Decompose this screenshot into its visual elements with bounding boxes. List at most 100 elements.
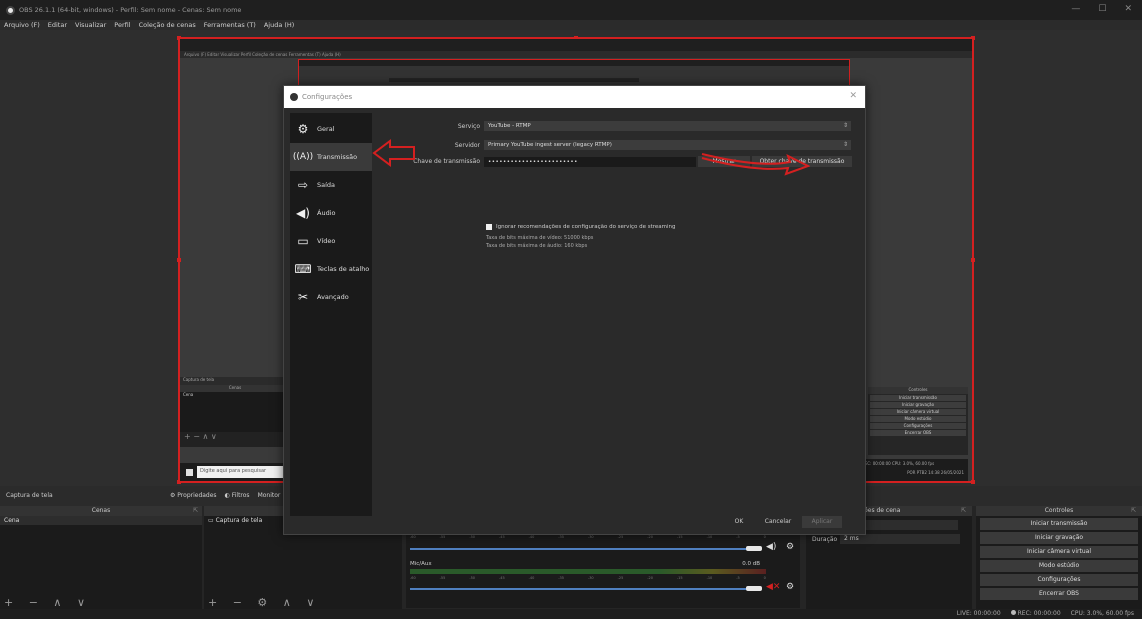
speaker-icon[interactable]: ◀) (766, 542, 776, 552)
monitor-button[interactable]: Monitor (258, 492, 281, 499)
dialog-title: Configurações (302, 93, 353, 101)
resize-handle[interactable] (177, 258, 181, 262)
gear-icon[interactable]: ⚙ (786, 542, 794, 552)
ignore-recommendations-row: Ignorar recomendações de configuração do… (486, 224, 676, 230)
nested-control-btn: Encerrar OBS (870, 430, 966, 436)
settings-button[interactable]: Configurações (980, 574, 1138, 586)
nested-scene-item: Cena (180, 392, 290, 432)
menu-tools[interactable]: Ferramentas (T) (204, 21, 256, 29)
rec-status-text: REC: 00:00:00 (1017, 610, 1061, 617)
maximize-button[interactable]: ☐ (1098, 4, 1106, 14)
undock-icon[interactable]: ⇱ (1131, 506, 1136, 516)
nested-clock-text: POR PTB2 14:38 26/05/2021 (907, 470, 964, 475)
menu-scene-collection[interactable]: Coleção de cenas (139, 21, 196, 29)
close-button[interactable]: ✕ (1124, 4, 1132, 14)
filters-button[interactable]: ◐ Filtros (225, 492, 250, 499)
nav-item-video[interactable]: ▭ Vídeo (290, 227, 372, 255)
minimize-button[interactable]: — (1071, 4, 1080, 14)
server-value: Primary YouTube ingest server (legacy RT… (488, 142, 612, 148)
ignore-recommendations-checkbox[interactable] (486, 224, 492, 230)
nested-scenes-dock: Captura de tela Cenas Cena + − ∧ ∨ (180, 377, 290, 447)
server-select[interactable]: Primary YouTube ingest server (legacy RT… (484, 140, 851, 150)
studio-mode-button[interactable]: Modo estúdio (980, 560, 1138, 572)
nav-item-hotkeys[interactable]: ⌨ Teclas de atalho (290, 255, 372, 283)
audio-meter (410, 569, 766, 574)
nav-item-general[interactable]: ⚙ Geral (290, 115, 372, 143)
filters-label: Filtros (231, 492, 250, 499)
stream-key-input[interactable]: •••••••••••••••••••••••• (484, 156, 696, 167)
exit-button[interactable]: Encerrar OBS (980, 588, 1138, 600)
meter-scale: -60 -55 -50 -45 -40 -35 -30 -25 -20 -15 -10 -5 0 (410, 576, 766, 580)
apply-button[interactable]: Aplicar (802, 516, 842, 528)
nested-control-btn: Iniciar câmera virtual (870, 409, 966, 415)
start-recording-button[interactable]: Iniciar gravação (980, 532, 1138, 544)
start-streaming-button[interactable]: Iniciar transmissão (980, 518, 1138, 530)
settings-content: Serviço YouTube - RTMP ⇕ Servidor Primar… (374, 113, 861, 516)
controls-header: Controles ⇱ (976, 506, 1142, 516)
scenes-controls[interactable]: + − ∧ ∨ (4, 596, 91, 609)
volume-slider-handle[interactable] (746, 546, 762, 551)
start-virtual-camera-button[interactable]: Iniciar câmera virtual (980, 546, 1138, 558)
sources-controls[interactable]: + − ⚙ ∧ ∨ (208, 596, 320, 609)
dialog-close-button[interactable]: ✕ (849, 91, 857, 101)
gear-icon[interactable]: ⚙ (786, 582, 794, 592)
nested-taskbar: Digite aqui para pesquisar (180, 463, 290, 481)
broadcast-icon: ((A)) (292, 152, 314, 162)
resize-handle[interactable] (971, 480, 975, 484)
service-value: YouTube - RTMP (488, 123, 531, 129)
settings-dialog: Configurações ✕ ⚙ Geral ((A)) Transmissã… (283, 85, 866, 535)
volume-slider-handle[interactable] (746, 586, 762, 591)
tools-icon: ✂ (297, 290, 309, 304)
menu-profile[interactable]: Perfil (114, 21, 130, 29)
volume-slider[interactable] (410, 588, 750, 590)
muted-speaker-icon[interactable]: ◀✕ (766, 582, 780, 592)
meter-scale: -60 -55 -50 -45 -40 -35 -30 -25 -20 -15 -10 -5 0 (410, 535, 766, 539)
nav-item-output[interactable]: ⇨ Saída (290, 171, 372, 199)
get-stream-key-button[interactable]: Obter chave de transmissão (752, 156, 852, 167)
nested-control-btn: Configurações (870, 423, 966, 429)
volume-slider[interactable] (410, 548, 750, 550)
scenes-header: Cenas ⇱ (0, 506, 202, 516)
window-controls: — ☐ ✕ (1071, 4, 1132, 14)
stream-key-label: Chave de transmissão (413, 158, 480, 165)
output-icon: ⇨ (297, 178, 309, 192)
selected-source-label: Captura de tela (6, 492, 53, 499)
nested-titlebar (180, 39, 972, 51)
server-row: Servidor Primary YouTube ingest server (… (374, 140, 851, 150)
menu-edit[interactable]: Editar (48, 21, 67, 29)
nav-item-audio[interactable]: ◀) Áudio (290, 199, 372, 227)
menu-view[interactable]: Visualizar (75, 21, 106, 29)
menu-file[interactable]: Arquivo (F) (4, 21, 40, 29)
nav-item-label: Teclas de atalho (317, 265, 370, 273)
service-select[interactable]: YouTube - RTMP ⇕ (484, 121, 851, 131)
nav-item-stream[interactable]: ((A)) Transmissão (290, 143, 372, 171)
obs-logo-icon (6, 5, 15, 15)
settings-sidebar: ⚙ Geral ((A)) Transmissão ⇨ Saída ◀) Áud… (290, 113, 372, 516)
nav-item-label: Avançado (317, 293, 349, 301)
undock-icon[interactable]: ⇱ (961, 506, 966, 516)
controls-header-label: Controles (1044, 507, 1074, 514)
nested-scenes-header: Cenas (180, 385, 290, 392)
cancel-button[interactable]: Cancelar (758, 516, 798, 528)
nested-control-btn: Modo estúdio (870, 416, 966, 422)
undock-icon[interactable]: ⇱ (193, 506, 198, 516)
menu-help[interactable]: Ajuda (H) (264, 21, 295, 29)
mixer-track-db: 0.0 dB (742, 561, 760, 567)
scenes-dock: Cenas ⇱ Cena + − ∧ ∨ (0, 506, 202, 619)
duration-input[interactable]: 2 ms (840, 534, 960, 544)
ok-button[interactable]: OK (724, 516, 754, 528)
nav-item-advanced[interactable]: ✂ Avançado (290, 283, 372, 311)
show-key-button[interactable]: Mostrar (698, 156, 750, 167)
properties-button[interactable]: ⚙ Propriedades (170, 492, 217, 499)
resize-handle[interactable] (971, 258, 975, 262)
mixer-track-name: Mic/Aux (410, 561, 432, 567)
max-video-bitrate: Taxa de bits máxima de vídeo: 51000 kbps (486, 235, 594, 241)
nested-status-text: REC: 00:00:00 CPU: 3.0%, 60.00 fps (862, 461, 935, 466)
nested-control-btn: Iniciar transmissão (870, 395, 966, 401)
nested-controls-header: Controles (868, 387, 968, 394)
audio-mixer: -60 -55 -50 -45 -40 -35 -30 -25 -20 -15 -10 -5 0 ◀) … (406, 524, 800, 608)
max-audio-bitrate: Taxa de bits máxima de áudio: 160 kbps (486, 243, 588, 249)
ignore-recommendations-label: Ignorar recomendações de configuração do… (496, 224, 676, 230)
scene-item[interactable]: Cena (0, 516, 202, 525)
rec-dot-icon (1010, 610, 1016, 615)
